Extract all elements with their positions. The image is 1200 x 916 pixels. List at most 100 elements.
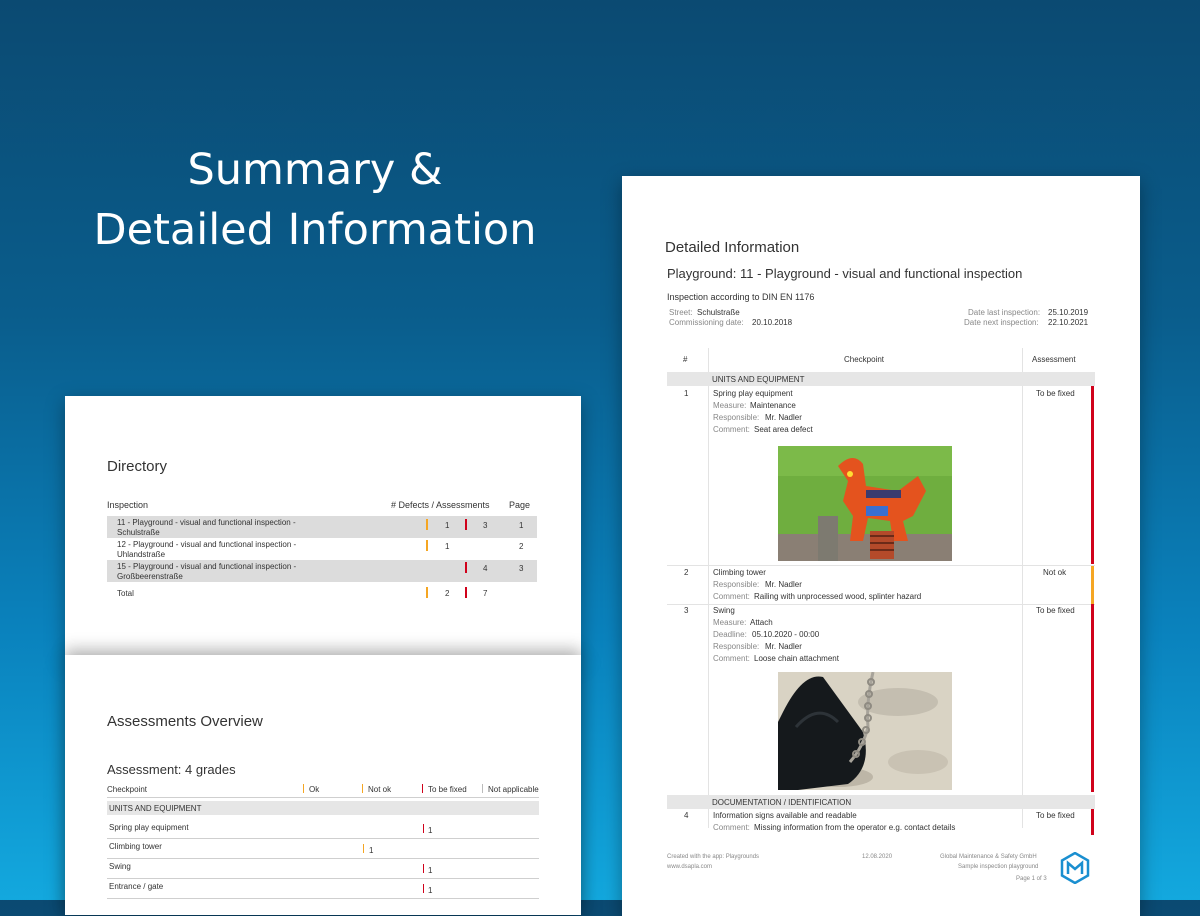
red-marker — [465, 587, 467, 598]
footer-doc: Sample inspection playground — [958, 864, 1039, 870]
overview-row-value: 1 — [428, 886, 433, 895]
red-marker — [423, 824, 424, 833]
spring-rider-photo — [778, 446, 952, 561]
orange-marker — [303, 784, 304, 793]
overview-row-value: 1 — [369, 846, 374, 855]
item-assessment: To be fixed — [1036, 606, 1075, 615]
red-marker — [1091, 386, 1094, 564]
section-units: UNITS AND EQUIPMENT — [712, 375, 805, 384]
last-inspection-value: 25.10.2019 — [1048, 308, 1089, 317]
red-marker — [1091, 809, 1094, 835]
headline: Summary & Detailed Information — [60, 140, 570, 260]
commission-value: 20.10.2018 — [752, 318, 793, 327]
overview-col-ok: Ok — [309, 785, 320, 794]
overview-subtitle: Assessment: 4 grades — [107, 762, 236, 777]
directory-row-page: 3 — [519, 564, 524, 573]
comment-value: Loose chain attachment — [754, 654, 839, 663]
item-assessment: To be fixed — [1036, 389, 1075, 398]
overview-row-name: Spring play equipment — [109, 823, 189, 832]
directory-row-name: 12 - Playground - visual and functional … — [117, 540, 297, 549]
comment-label: Comment: — [713, 425, 750, 434]
deadline-label: Deadline: — [713, 630, 747, 639]
overview-row-name: Entrance / gate — [109, 882, 164, 891]
item-num: 3 — [684, 606, 689, 615]
item-name: Spring play equipment — [713, 389, 793, 398]
orange-marker — [426, 519, 428, 530]
directory-row-name: 11 - Playground - visual and functional … — [117, 518, 296, 527]
measure-label: Measure: — [713, 401, 747, 410]
red-marker — [1091, 604, 1094, 792]
overview-section: UNITS AND EQUIPMENT — [109, 804, 202, 813]
next-inspection-value: 22.10.2021 — [1048, 318, 1089, 327]
item-num: 4 — [684, 811, 689, 820]
orange-marker — [426, 587, 428, 598]
measure-label: Measure: — [713, 618, 747, 627]
detail-sheet: Detailed Information Playground: 11 - Pl… — [622, 176, 1140, 916]
divider — [107, 838, 539, 839]
footer-page: Page 1 of 3 — [1016, 876, 1047, 882]
item-name: Information signs available and readable — [713, 811, 857, 820]
responsible-value: Mr. Nadler — [765, 580, 802, 589]
overview-row-value: 1 — [428, 866, 433, 875]
overview-row-name: Climbing tower — [109, 842, 162, 851]
comment-label: Comment: — [713, 592, 750, 601]
directory-total-red: 7 — [483, 589, 488, 598]
col-checkpoint: Checkpoint — [844, 355, 885, 364]
item-name: Swing — [713, 606, 735, 615]
responsible-label: Responsible: — [713, 580, 760, 589]
deadline-value: 05.10.2020 - 00:00 — [752, 630, 820, 639]
responsible-label: Responsible: — [713, 413, 760, 422]
divider — [667, 565, 1095, 566]
item-assessment: Not ok — [1043, 568, 1067, 577]
last-inspection-label: Date last inspection: — [968, 308, 1041, 317]
item-name: Climbing tower — [713, 568, 766, 577]
divider — [667, 604, 1095, 605]
red-marker — [423, 864, 424, 873]
commission-label: Commissioning date: — [669, 318, 744, 327]
directory-col-page: Page — [509, 500, 531, 510]
responsible-value: Mr. Nadler — [765, 642, 802, 651]
directory-row-name-2: Großbeerenstraße — [117, 572, 183, 581]
overview-row-value: 1 — [428, 826, 433, 835]
next-inspection-label: Date next inspection: — [964, 318, 1039, 327]
overview-col-tobefixed: To be fixed — [428, 785, 467, 794]
divider — [107, 797, 539, 798]
directory-row-name: 15 - Playground - visual and functional … — [117, 562, 297, 571]
overview-col-checkpoint: Checkpoint — [107, 785, 148, 794]
directory-sheet: Directory Inspection # Defects / Assessm… — [65, 396, 581, 658]
measure-value: Attach — [750, 618, 773, 627]
column-divider — [1022, 348, 1023, 828]
red-marker — [465, 562, 467, 573]
responsible-value: Mr. Nadler — [765, 413, 802, 422]
orange-marker — [426, 540, 428, 551]
footer-created: Created with the app: Playgrounds — [667, 854, 760, 860]
overview-sheet: Assessments Overview Assessment: 4 grade… — [65, 655, 581, 915]
directory-title: Directory — [107, 458, 168, 475]
column-divider — [708, 348, 709, 828]
directory-row-orange: 1 — [445, 521, 450, 530]
directory-row-red: 3 — [483, 521, 488, 530]
section-documentation: DOCUMENTATION / IDENTIFICATION — [712, 798, 852, 807]
responsible-label: Responsible: — [713, 642, 760, 651]
item-num: 1 — [684, 389, 689, 398]
item-assessment: To be fixed — [1036, 811, 1075, 820]
directory-row-red: 4 — [483, 564, 488, 573]
directory-total-orange: 2 — [445, 589, 450, 598]
directory-total-label: Total — [117, 589, 134, 598]
directory-col-defects: # Defects / Assessments — [391, 500, 490, 510]
divider — [107, 898, 539, 899]
comment-label: Comment: — [713, 654, 750, 663]
street-label: Street: — [669, 308, 693, 317]
company-logo-icon — [1060, 851, 1090, 889]
comment-value: Seat area defect — [754, 425, 813, 434]
divider — [107, 878, 539, 879]
orange-marker — [1091, 566, 1094, 604]
directory-col-inspection: Inspection — [107, 500, 149, 510]
red-marker — [422, 784, 423, 793]
divider — [107, 858, 539, 859]
red-marker — [465, 519, 467, 530]
directory-row-orange: 1 — [445, 542, 450, 551]
detail-standard: Inspection according to DIN EN 1176 — [667, 292, 815, 302]
footer-date: 12.08.2020 — [862, 854, 893, 860]
overview-row-name: Swing — [109, 862, 131, 871]
